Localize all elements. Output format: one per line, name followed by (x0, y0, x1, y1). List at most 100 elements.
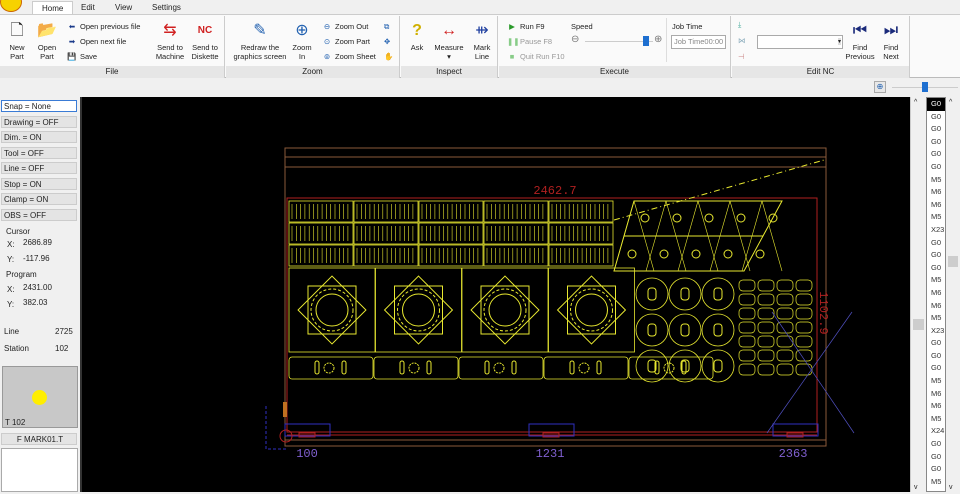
pause-button[interactable]: ❚❚Pause F8 (507, 37, 552, 47)
nc-list-scrollbar[interactable]: ^ v (946, 97, 960, 492)
speed-increase-icon[interactable]: ⊕ (654, 35, 662, 45)
nc-list-item[interactable]: M5 (927, 274, 945, 287)
find-next-button[interactable]: ⏭ Find Next (877, 21, 905, 61)
zoom-sheet-button[interactable]: ⊚ Zoom Sheet (322, 52, 376, 62)
nc-list-item[interactable]: M5 (927, 174, 945, 187)
scroll-up-icon[interactable]: ^ (949, 99, 952, 106)
save-icon: 💾 (67, 52, 77, 61)
triangle-hole (723, 249, 733, 259)
nc-list-item[interactable]: G0 (927, 337, 945, 350)
nc-list-item[interactable]: G0 (927, 249, 945, 262)
quit-run-button[interactable]: ■ Quit Run F10 (507, 52, 565, 62)
measure-button[interactable]: ↔ Measure ▾ (431, 21, 467, 61)
nc-list-item[interactable]: M6 (927, 400, 945, 413)
nc-list-item[interactable]: G0 (927, 438, 945, 451)
scroll-down-icon[interactable]: v (949, 484, 953, 491)
scroll-thumb[interactable] (913, 319, 924, 330)
open-previous-button[interactable]: ⬅ Open previous file (67, 22, 141, 32)
arrow-left-icon: ⬅ (68, 22, 76, 31)
mark-line-button[interactable]: ⇻ Mark Line (469, 21, 495, 61)
nc-list-item[interactable]: G0 (927, 161, 945, 174)
nc-list-item[interactable]: M6 (927, 199, 945, 212)
new-part-button[interactable]: 🗋 New Part (3, 21, 31, 61)
send-to-machine-button[interactable]: ⇆ Send to Machine (153, 21, 187, 61)
nc-list-item[interactable]: G0 (927, 148, 945, 161)
toggle-tool[interactable]: Tool = OFF (1, 146, 77, 159)
nc-list-item[interactable]: X24 (927, 425, 945, 438)
nc-list-item[interactable]: X23 (927, 224, 945, 237)
part-star (548, 267, 635, 353)
scroll-thumb[interactable] (948, 256, 958, 267)
nc-dropdown[interactable]: ▾ (757, 35, 843, 49)
open-part-button[interactable]: 📂 Open Part (33, 21, 61, 61)
binoculars-left-icon: ⏮ (852, 22, 868, 39)
run-button[interactable]: ▶ Run F9 (507, 22, 545, 32)
zoom-part-button[interactable]: ⊙ Zoom Part (322, 37, 370, 47)
speed-decrease-icon[interactable]: ⊖ (571, 35, 579, 45)
hand-icon[interactable]: ✋ (384, 52, 393, 62)
zoom-out-button[interactable]: ⊖ Zoom Out (322, 22, 369, 32)
nc-diskette-icon: NC (197, 25, 213, 36)
nc-list-item[interactable]: G0 (927, 136, 945, 149)
nc-list-item[interactable]: G0 (927, 98, 945, 111)
pan-icon[interactable]: ✥ (384, 37, 390, 47)
zoom-slider-thumb[interactable] (922, 82, 928, 92)
small-part (776, 363, 794, 376)
nc-list-item[interactable]: G0 (927, 237, 945, 250)
nc-list-item[interactable]: M5 (927, 312, 945, 325)
nc-list-item[interactable]: G0 (927, 123, 945, 136)
zoom-window-icon[interactable]: ⧉ (384, 22, 389, 32)
join-icon[interactable]: ⊣ (738, 52, 745, 62)
scroll-down-icon[interactable]: v (914, 484, 918, 491)
nc-list-item[interactable]: M6 (927, 186, 945, 199)
toggle-stop[interactable]: Stop = ON (1, 177, 77, 190)
split-icon[interactable]: ⋈ (738, 36, 746, 46)
toggle-drawing[interactable]: Drawing = OFF (1, 115, 77, 128)
zoom-in-button[interactable]: ⊕ Zoom In (290, 21, 314, 61)
ask-button[interactable]: ? Ask (405, 21, 429, 52)
nc-list-item[interactable]: X23 (927, 325, 945, 338)
zoom-icon[interactable]: ⊕ (874, 81, 886, 93)
scroll-up-icon[interactable]: ^ (914, 99, 917, 106)
nc-code-list[interactable]: G0 G0 G0 G0 G0 G0 M5 M6 M6 M5 X23 G0 G0 G0 M5 M6 M6 M5 X23… (926, 97, 946, 492)
nc-list-item[interactable]: M6 (927, 388, 945, 401)
nc-list-item[interactable]: G0 (927, 350, 945, 363)
find-previous-button[interactable]: ⏮ Find Previous (844, 21, 876, 61)
disc-outline (635, 313, 669, 347)
canvas-scrollbar[interactable]: ^ v (910, 97, 926, 492)
tab-settings[interactable]: Settings (143, 1, 190, 15)
nc-list-item[interactable]: G0 (927, 262, 945, 275)
nc-list-item[interactable]: M5 (927, 211, 945, 224)
redraw-button[interactable]: ✎ Redraw the graphics screen (229, 21, 291, 61)
tab-view[interactable]: View (106, 1, 141, 15)
tab-edit[interactable]: Edit (72, 1, 104, 15)
nc-list-item[interactable]: M5 (927, 476, 945, 489)
open-next-button[interactable]: ➡ Open next file (67, 37, 126, 47)
nc-list-item[interactable]: M6 (927, 287, 945, 300)
graphics-canvas[interactable]: 2462.7 1102.9 100 1231 2363 (80, 97, 910, 492)
slot (596, 360, 602, 375)
slot (484, 360, 490, 375)
toggle-clamp[interactable]: Clamp = ON (1, 193, 77, 205)
toggle-snap[interactable]: Snap = None (1, 100, 77, 112)
nc-list-item[interactable]: G0 (927, 111, 945, 124)
part-disc (668, 277, 702, 311)
nc-list-item[interactable]: M6 (927, 300, 945, 313)
nc-list-item[interactable]: G0 (927, 451, 945, 464)
toggle-dim[interactable]: Dim. = ON (1, 131, 77, 143)
dropdown-arrow-icon: ▾ (447, 52, 451, 61)
speed-slider-thumb[interactable] (643, 36, 650, 46)
nc-list-item[interactable]: M5 (927, 375, 945, 388)
app-logo[interactable] (0, 0, 22, 12)
save-button[interactable]: 💾 Save (67, 52, 97, 62)
speed-slider[interactable] (585, 36, 653, 46)
zoom-slider[interactable] (892, 82, 958, 92)
send-to-diskette-button[interactable]: NC Send to Diskette (187, 21, 223, 61)
nc-list-item[interactable]: G0 (927, 463, 945, 476)
toggle-line[interactable]: Line = OFF (1, 162, 77, 174)
nc-list-item[interactable]: G0 (927, 362, 945, 375)
tab-home[interactable]: Home (32, 1, 74, 15)
insert-icon[interactable]: ⤓ (738, 20, 741, 30)
nc-list-item[interactable]: M5 (927, 413, 945, 426)
toggle-obs[interactable]: OBS = OFF (1, 208, 77, 221)
